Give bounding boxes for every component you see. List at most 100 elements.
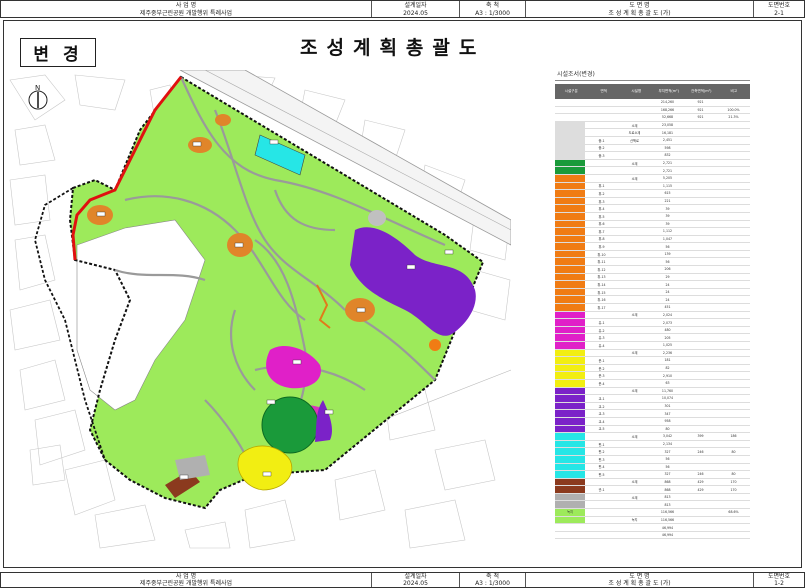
table-cell: 921: [697, 100, 704, 105]
table-cell: 80: [665, 426, 670, 431]
table-row: 휴-7 1,112: [555, 228, 750, 236]
color-swatch: [555, 121, 585, 129]
page-title: 조성계획총괄도: [300, 37, 486, 59]
table-row: 휴-12 206: [555, 266, 750, 274]
table-cell: 소계: [631, 351, 638, 356]
table-row: 휴-4 39: [555, 205, 750, 213]
scale-cell: 축 척 A3 : 1/3000: [460, 1, 526, 17]
color-swatch: [555, 250, 585, 258]
table-cell: 39: [665, 206, 670, 211]
table-cell: 2,024: [662, 312, 673, 317]
color-swatch: [555, 417, 585, 425]
table-row: 휴-5 39: [555, 212, 750, 221]
table-cell: 휴-5: [598, 214, 605, 219]
color-swatch: [555, 288, 585, 296]
table-cell: 181: [664, 358, 671, 363]
table-cell: 휴-16: [597, 298, 606, 303]
drawing-name: 조 성 계 획 총 괄 도 (가): [608, 580, 671, 587]
color-swatch: [555, 144, 585, 152]
table-cell: 2,721: [662, 161, 673, 166]
table-row: 휴-9 56: [555, 243, 750, 251]
table-cell: 휴-11: [597, 260, 606, 265]
table-row: 유-2 480: [555, 326, 750, 335]
table-cell: 24: [665, 282, 670, 287]
table-cell: 소계: [631, 161, 638, 166]
table-row: 214,260 921: [555, 99, 750, 107]
table-cell: 186: [730, 434, 737, 439]
color-swatch: [555, 152, 585, 159]
table-cell: 68.6%: [728, 510, 739, 515]
color-swatch: [555, 258, 585, 266]
table-cell: 23,058: [661, 123, 674, 128]
table-row: 편-3 56: [555, 455, 750, 464]
table-row: 휴-14 24: [555, 281, 750, 289]
color-swatch: [555, 349, 585, 357]
color-swatch: [555, 167, 585, 174]
table-row: 휴-13 29: [555, 273, 750, 282]
table-cell: 소계: [631, 389, 638, 394]
table-row: 휴-1 1,115: [555, 182, 750, 191]
color-swatch: [555, 106, 585, 114]
color-swatch: [555, 425, 585, 433]
drawing-label: 도 면 명: [629, 573, 650, 580]
color-swatch: [555, 478, 585, 486]
table-cell: 1,025: [662, 343, 673, 348]
color-swatch: [555, 463, 585, 471]
table-row: 관-1 868 429 170: [555, 486, 750, 494]
table-row: 교-1 10,074: [555, 395, 750, 403]
table-cell: 832: [664, 153, 671, 158]
table-row: 휴-16 24: [555, 296, 750, 305]
table-row: 휴-11 56: [555, 258, 750, 267]
project-label: 사 업 명: [175, 573, 197, 580]
table-cell: 휴-1: [598, 184, 605, 189]
table-cell: 868: [664, 479, 671, 484]
color-swatch: [555, 433, 585, 440]
table-cell: 휴-8: [598, 237, 605, 242]
table-cell: 편-1: [598, 442, 605, 447]
date-cell: 설계일자 2024.05: [372, 1, 460, 17]
table-row: 52,668 921 21.3%: [555, 114, 750, 122]
table-cell: 2,236: [662, 350, 673, 355]
facility-table-header: 시설구분 면적 시설명 부지면적(m²) 건축면적(m²) 비고: [555, 84, 750, 99]
number-label: 도면번호: [767, 573, 791, 580]
header-cell: 시설구분: [564, 89, 578, 93]
table-cell: 813: [664, 495, 671, 500]
color-swatch: [555, 136, 585, 144]
table-cell: 2,073: [662, 320, 673, 325]
color-swatch: [555, 440, 585, 448]
table-cell: 중-3: [598, 153, 605, 158]
header-cell: 부지면적(m²): [658, 89, 679, 93]
color-swatch: [555, 159, 585, 167]
table-cell: 휴-12: [597, 267, 606, 272]
table-row: 유-1 2,073: [555, 319, 750, 327]
site-plan-map: N: [9, 70, 511, 549]
table-cell: 116,566: [660, 517, 675, 522]
project-cell: 사 업 명 제주중부근린공원 개발행위 특례사업: [1, 573, 372, 587]
table-row: 도로소계 16,181: [555, 129, 750, 137]
scale-value: A3 : 1/3000: [475, 9, 510, 17]
table-row: 휴-6 39: [555, 220, 750, 229]
table-row: 운-4 63: [555, 379, 750, 388]
table-cell: 2,134: [662, 442, 673, 447]
table-row: 편-4 56: [555, 463, 750, 472]
color-swatch: [555, 304, 585, 311]
table-cell: 246: [697, 472, 704, 477]
table-cell: 1,112: [662, 229, 673, 234]
color-swatch: [555, 531, 585, 539]
facility-table: 시설조서(변경) 시설구분 면적 시설명 부지면적(m²) 건축면적(m²) 비…: [555, 67, 750, 555]
table-row: 녹지 116,566: [555, 516, 750, 525]
table-row: 유-4 1,025: [555, 342, 750, 350]
table-row: 소계 868 429 170: [555, 478, 750, 487]
table-cell: 10,074: [661, 396, 674, 401]
color-swatch: [555, 190, 585, 197]
scale-cell: 축 척 A3 : 1/3000: [460, 573, 526, 587]
table-cell: 편-5: [598, 472, 605, 477]
scale-label: 축 척: [486, 573, 499, 580]
table-row: 휴-17 451: [555, 304, 750, 312]
number-cell: 도면번호 1-2: [754, 573, 804, 587]
date-label: 설계일자: [404, 1, 427, 9]
table-cell: 56: [665, 457, 670, 462]
table-cell: 301: [664, 404, 671, 409]
table-cell: 813: [664, 502, 671, 507]
table-cell: 휴-7: [598, 229, 605, 234]
